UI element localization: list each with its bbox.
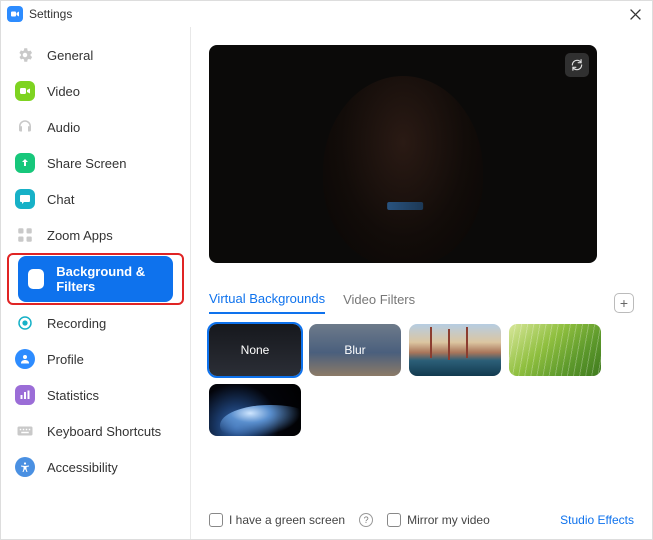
statistics-icon	[15, 385, 35, 405]
content-panel: Virtual Backgrounds Video Filters + None…	[191, 27, 652, 539]
sidebar-item-label: General	[47, 48, 93, 63]
zoom-logo-icon	[7, 6, 23, 22]
sidebar-item-recording[interactable]: Recording	[1, 305, 190, 341]
bg-tile-none[interactable]: None	[209, 324, 301, 376]
sidebar-item-accessibility[interactable]: Accessibility	[1, 449, 190, 485]
sidebar-item-chat[interactable]: Chat	[1, 181, 190, 217]
accessibility-icon	[15, 457, 35, 477]
bg-tile-grass[interactable]	[509, 324, 601, 376]
rotate-camera-button[interactable]	[565, 53, 589, 77]
sidebar-item-video[interactable]: Video	[1, 73, 190, 109]
sidebar-item-label: Share Screen	[47, 156, 127, 171]
checkbox-label: Mirror my video	[407, 513, 490, 527]
bg-tile-earth-space[interactable]	[209, 384, 301, 436]
sidebar-item-label: Chat	[47, 192, 74, 207]
profile-icon	[15, 349, 35, 369]
titlebar-left: Settings	[7, 6, 72, 22]
sidebar-item-profile[interactable]: Profile	[1, 341, 190, 377]
rotate-icon	[570, 58, 584, 72]
record-icon	[15, 313, 35, 333]
checkbox-icon	[209, 513, 223, 527]
bottom-row: I have a green screen ? Mirror my video …	[209, 505, 634, 529]
help-icon[interactable]: ?	[359, 513, 373, 527]
bg-tile-label: Blur	[344, 343, 365, 357]
checkbox-label: I have a green screen	[229, 513, 345, 527]
portrait-icon	[28, 269, 44, 289]
sidebar-item-label: Recording	[47, 316, 106, 331]
studio-effects-link[interactable]: Studio Effects	[560, 513, 634, 527]
keyboard-icon	[15, 421, 35, 441]
sidebar-item-label: Statistics	[47, 388, 99, 403]
sidebar-item-label: Keyboard Shortcuts	[47, 424, 161, 439]
sidebar-item-zoom-apps[interactable]: Zoom Apps	[1, 217, 190, 253]
tab-virtual-backgrounds[interactable]: Virtual Backgrounds	[209, 291, 325, 314]
bg-tile-label: None	[241, 343, 270, 357]
sidebar-item-keyboard-shortcuts[interactable]: Keyboard Shortcuts	[1, 413, 190, 449]
chat-icon	[15, 189, 35, 209]
plus-icon: +	[620, 296, 628, 310]
preview-glasses-reflection	[387, 202, 423, 210]
sidebar: General Video Audio Share Screen Chat Zo…	[1, 27, 191, 539]
sidebar-item-label: Audio	[47, 120, 80, 135]
bg-tile-golden-gate[interactable]	[409, 324, 501, 376]
window-title: Settings	[29, 7, 72, 21]
tabs-row: Virtual Backgrounds Video Filters +	[209, 291, 634, 314]
close-button[interactable]	[626, 5, 644, 23]
sidebar-item-general[interactable]: General	[1, 37, 190, 73]
tab-video-filters[interactable]: Video Filters	[343, 292, 415, 313]
share-screen-icon	[15, 153, 35, 173]
green-screen-checkbox[interactable]: I have a green screen	[209, 513, 345, 527]
sidebar-item-label: Profile	[47, 352, 84, 367]
bg-tile-blur[interactable]: Blur	[309, 324, 401, 376]
sidebar-item-background-filters[interactable]: Background & Filters	[18, 256, 173, 302]
sidebar-item-label: Video	[47, 84, 80, 99]
sidebar-item-label: Zoom Apps	[47, 228, 113, 243]
mirror-video-checkbox[interactable]: Mirror my video	[387, 513, 490, 527]
preview-silhouette	[323, 76, 483, 263]
checkbox-icon	[387, 513, 401, 527]
apps-icon	[15, 225, 35, 245]
gear-icon	[15, 45, 35, 65]
titlebar: Settings	[1, 1, 652, 27]
sidebar-item-audio[interactable]: Audio	[1, 109, 190, 145]
sidebar-item-share-screen[interactable]: Share Screen	[1, 145, 190, 181]
sidebar-item-label: Accessibility	[47, 460, 118, 475]
background-grid: None Blur	[209, 324, 634, 436]
add-background-button[interactable]: +	[614, 293, 634, 313]
headphones-icon	[15, 117, 35, 137]
video-icon	[15, 81, 35, 101]
highlight-annotation: Background & Filters	[7, 253, 184, 305]
sidebar-item-label: Background & Filters	[56, 264, 163, 294]
main-area: General Video Audio Share Screen Chat Zo…	[1, 27, 652, 539]
sidebar-item-statistics[interactable]: Statistics	[1, 377, 190, 413]
close-icon	[630, 9, 641, 20]
video-preview	[209, 45, 597, 263]
